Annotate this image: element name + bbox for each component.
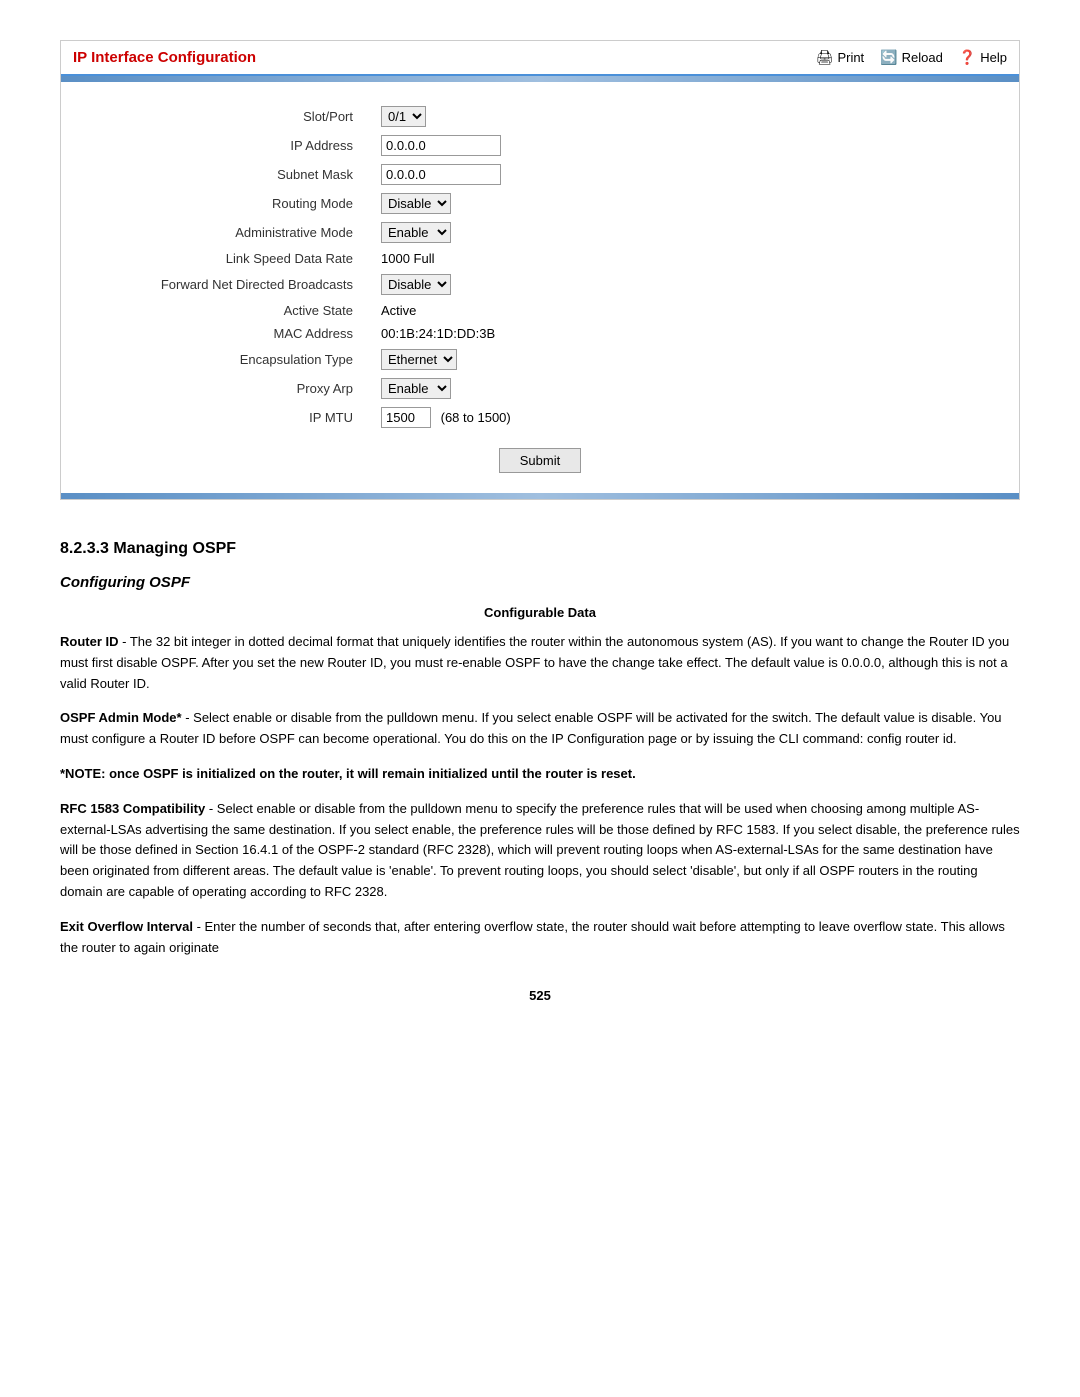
value-link-speed: 1000 Full — [361, 247, 979, 270]
paragraph-router-id: Router ID - The 32 bit integer in dotted… — [60, 632, 1020, 694]
label-admin-mode: Administrative Mode — [101, 218, 361, 247]
paragraph-rfc1583: RFC 1583 Compatibility - Select enable o… — [60, 799, 1020, 903]
field-subnet-mask: Subnet Mask — [101, 160, 979, 189]
label-subnet-mask: Subnet Mask — [101, 160, 361, 189]
field-admin-mode: Administrative Mode Enable Disable — [101, 218, 979, 247]
label-forward-broadcasts: Forward Net Directed Broadcasts — [101, 270, 361, 299]
select-slot-port[interactable]: 0/1 — [381, 106, 426, 127]
value-admin-mode: Enable Disable — [361, 218, 979, 247]
select-encapsulation[interactable]: Ethernet — [381, 349, 457, 370]
input-ip-address[interactable] — [381, 135, 501, 156]
value-proxy-arp: Enable Disable — [361, 374, 979, 403]
value-subnet-mask — [361, 160, 979, 189]
field-proxy-arp: Proxy Arp Enable Disable — [101, 374, 979, 403]
label-slot-port: Slot/Port — [101, 102, 361, 131]
help-icon: ❓ — [959, 49, 976, 66]
field-slot-port: Slot/Port 0/1 — [101, 102, 979, 131]
config-body: Slot/Port 0/1 IP Address Subnet Mask — [61, 82, 1019, 493]
label-encapsulation: Encapsulation Type — [101, 345, 361, 374]
help-label: Help — [980, 50, 1007, 65]
label-proxy-arp: Proxy Arp — [101, 374, 361, 403]
field-routing-mode: Routing Mode Disable Enable — [101, 189, 979, 218]
header-actions: 🖨 Print 🔄 Reload ❓ Help — [816, 49, 1007, 66]
blue-bar-bottom — [61, 493, 1019, 499]
print-icon: 🖨 — [816, 49, 834, 66]
section-number: 8.2.3.3 — [60, 540, 109, 557]
input-subnet-mask[interactable] — [381, 164, 501, 185]
input-ip-mtu[interactable] — [381, 407, 431, 428]
select-proxy-arp[interactable]: Enable Disable — [381, 378, 451, 399]
ip-mtu-hint: (68 to 1500) — [441, 410, 511, 425]
select-forward-broadcasts[interactable]: Disable Enable — [381, 274, 451, 295]
config-form-table: Slot/Port 0/1 IP Address Subnet Mask — [101, 102, 979, 432]
select-admin-mode[interactable]: Enable Disable — [381, 222, 451, 243]
label-active-state: Active State — [101, 299, 361, 322]
paragraph-exit-overflow: Exit Overflow Interval - Enter the numbe… — [60, 917, 1020, 959]
value-encapsulation: Ethernet — [361, 345, 979, 374]
submit-button[interactable]: Submit — [499, 448, 581, 473]
label-routing-mode: Routing Mode — [101, 189, 361, 218]
value-ip-address — [361, 131, 979, 160]
label-ip-address: IP Address — [101, 131, 361, 160]
value-ip-mtu: (68 to 1500) — [361, 403, 979, 432]
config-header: IP Interface Configuration 🖨 Print 🔄 Rel… — [61, 41, 1019, 76]
term-router-id: Router ID — [60, 634, 119, 649]
field-link-speed: Link Speed Data Rate 1000 Full — [101, 247, 979, 270]
value-routing-mode: Disable Enable — [361, 189, 979, 218]
config-panel: IP Interface Configuration 🖨 Print 🔄 Rel… — [60, 40, 1020, 500]
help-action[interactable]: ❓ Help — [959, 49, 1007, 66]
term-rfc1583: RFC 1583 Compatibility — [60, 801, 205, 816]
paragraph-ospf-admin: OSPF Admin Mode* - Select enable or disa… — [60, 708, 1020, 750]
field-ip-mtu: IP MTU (68 to 1500) — [101, 403, 979, 432]
static-active-state: Active — [381, 303, 416, 318]
term-exit-overflow: Exit Overflow Interval — [60, 919, 193, 934]
subsection-title: Configuring OSPF — [60, 574, 1020, 591]
value-slot-port: 0/1 — [361, 102, 979, 131]
reload-action[interactable]: 🔄 Reload — [880, 49, 943, 66]
section-title: Managing OSPF — [113, 540, 236, 557]
field-encapsulation: Encapsulation Type Ethernet — [101, 345, 979, 374]
field-active-state: Active State Active — [101, 299, 979, 322]
doc-section: 8.2.3.3 Managing OSPF Configuring OSPF C… — [60, 540, 1020, 1003]
submit-row: Submit — [101, 448, 979, 473]
static-mac-address: 00:1B:24:1D:DD:3B — [381, 326, 495, 341]
value-mac-address: 00:1B:24:1D:DD:3B — [361, 322, 979, 345]
field-mac-address: MAC Address 00:1B:24:1D:DD:3B — [101, 322, 979, 345]
value-active-state: Active — [361, 299, 979, 322]
section-heading: 8.2.3.3 Managing OSPF — [60, 540, 1020, 558]
field-forward-broadcasts: Forward Net Directed Broadcasts Disable … — [101, 270, 979, 299]
config-title: IP Interface Configuration — [73, 49, 256, 66]
page-number: 525 — [60, 988, 1020, 1003]
text-router-id: - The 32 bit integer in dotted decimal f… — [60, 634, 1009, 691]
term-ospf-admin: OSPF Admin Mode* — [60, 710, 182, 725]
reload-icon: 🔄 — [880, 49, 897, 66]
text-exit-overflow: - Enter the number of seconds that, afte… — [60, 919, 1005, 955]
value-forward-broadcasts: Disable Enable — [361, 270, 979, 299]
label-mac-address: MAC Address — [101, 322, 361, 345]
configurable-data-label: Configurable Data — [60, 605, 1020, 620]
paragraph-note: *NOTE: once OSPF is initialized on the r… — [60, 764, 1020, 785]
print-label: Print — [837, 50, 864, 65]
reload-label: Reload — [902, 50, 943, 65]
print-action[interactable]: 🖨 Print — [816, 49, 865, 66]
field-ip-address: IP Address — [101, 131, 979, 160]
label-link-speed: Link Speed Data Rate — [101, 247, 361, 270]
label-ip-mtu: IP MTU — [101, 403, 361, 432]
static-link-speed: 1000 Full — [381, 251, 434, 266]
text-note: *NOTE: once OSPF is initialized on the r… — [60, 766, 636, 781]
select-routing-mode[interactable]: Disable Enable — [381, 193, 451, 214]
text-ospf-admin: - Select enable or disable from the pull… — [60, 710, 1002, 746]
